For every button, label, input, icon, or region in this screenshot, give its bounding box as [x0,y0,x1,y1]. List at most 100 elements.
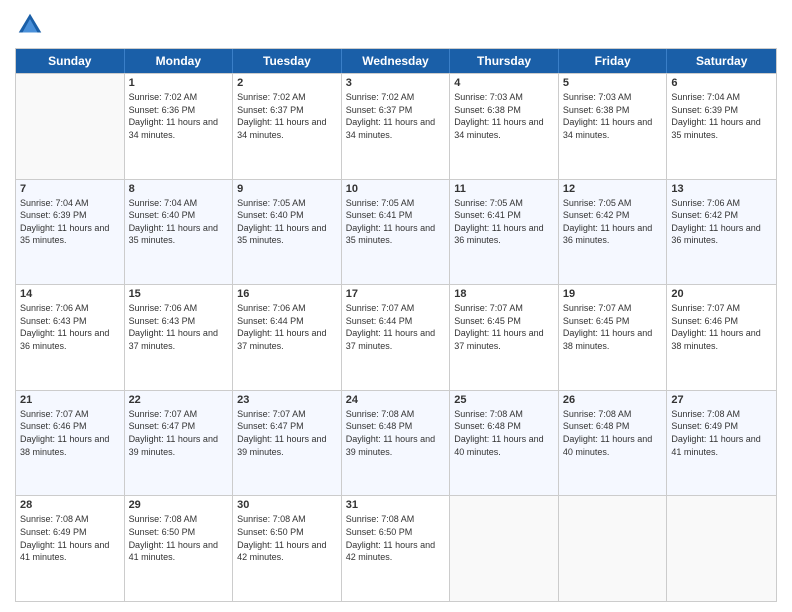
day-cell-16: 16 Sunrise: 7:06 AM Sunset: 6:44 PM Dayli… [233,285,342,390]
day-cell-1: 1 Sunrise: 7:02 AM Sunset: 6:36 PM Daylig… [125,74,234,179]
day-number: 31 [346,499,446,511]
day-cell-17: 17 Sunrise: 7:07 AM Sunset: 6:44 PM Dayli… [342,285,451,390]
day-number: 10 [346,183,446,195]
day-number: 9 [237,183,337,195]
day-number: 2 [237,77,337,89]
day-cell-12: 12 Sunrise: 7:05 AM Sunset: 6:42 PM Dayli… [559,180,668,285]
day-cell-8: 8 Sunrise: 7:04 AM Sunset: 6:40 PM Daylig… [125,180,234,285]
empty-cell [16,74,125,179]
cell-text: Sunrise: 7:07 AM Sunset: 6:47 PM Dayligh… [129,408,229,458]
day-number: 22 [129,394,229,406]
day-number: 17 [346,288,446,300]
cell-text: Sunrise: 7:04 AM Sunset: 6:39 PM Dayligh… [20,197,120,247]
cell-text: Sunrise: 7:05 AM Sunset: 6:40 PM Dayligh… [237,197,337,247]
day-number: 1 [129,77,229,89]
header [15,10,777,40]
cell-text: Sunrise: 7:06 AM Sunset: 6:43 PM Dayligh… [129,302,229,352]
cell-text: Sunrise: 7:08 AM Sunset: 6:50 PM Dayligh… [129,513,229,563]
cell-text: Sunrise: 7:07 AM Sunset: 6:44 PM Dayligh… [346,302,446,352]
header-day-wednesday: Wednesday [342,49,451,73]
cell-text: Sunrise: 7:08 AM Sunset: 6:50 PM Dayligh… [237,513,337,563]
day-number: 3 [346,77,446,89]
calendar-week-1: 7 Sunrise: 7:04 AM Sunset: 6:39 PM Daylig… [16,179,776,285]
cell-text: Sunrise: 7:06 AM Sunset: 6:44 PM Dayligh… [237,302,337,352]
cell-text: Sunrise: 7:08 AM Sunset: 6:48 PM Dayligh… [346,408,446,458]
day-cell-23: 23 Sunrise: 7:07 AM Sunset: 6:47 PM Dayli… [233,391,342,496]
day-cell-30: 30 Sunrise: 7:08 AM Sunset: 6:50 PM Dayli… [233,496,342,601]
day-cell-7: 7 Sunrise: 7:04 AM Sunset: 6:39 PM Daylig… [16,180,125,285]
day-cell-18: 18 Sunrise: 7:07 AM Sunset: 6:45 PM Dayli… [450,285,559,390]
day-number: 24 [346,394,446,406]
day-number: 12 [563,183,663,195]
day-number: 29 [129,499,229,511]
calendar-week-0: 1 Sunrise: 7:02 AM Sunset: 6:36 PM Daylig… [16,73,776,179]
day-number: 20 [671,288,772,300]
cell-text: Sunrise: 7:02 AM Sunset: 6:36 PM Dayligh… [129,91,229,141]
day-number: 18 [454,288,554,300]
cell-text: Sunrise: 7:05 AM Sunset: 6:41 PM Dayligh… [346,197,446,247]
day-cell-28: 28 Sunrise: 7:08 AM Sunset: 6:49 PM Dayli… [16,496,125,601]
day-number: 28 [20,499,120,511]
day-cell-10: 10 Sunrise: 7:05 AM Sunset: 6:41 PM Dayli… [342,180,451,285]
day-number: 23 [237,394,337,406]
calendar-week-4: 28 Sunrise: 7:08 AM Sunset: 6:49 PM Dayli… [16,495,776,601]
cell-text: Sunrise: 7:02 AM Sunset: 6:37 PM Dayligh… [237,91,337,141]
day-cell-6: 6Sunrise: 7:04 AM Sunset: 6:39 PM Daylig… [667,74,776,179]
cell-text: Sunrise: 7:08 AM Sunset: 6:49 PM Dayligh… [671,408,772,458]
cell-text: Sunrise: 7:06 AM Sunset: 6:42 PM Dayligh… [671,197,772,247]
day-number: 26 [563,394,663,406]
day-number: 30 [237,499,337,511]
day-number: 7 [20,183,120,195]
day-cell-26: 26 Sunrise: 7:08 AM Sunset: 6:48 PM Dayli… [559,391,668,496]
day-number: 4 [454,77,554,89]
logo-icon [15,10,45,40]
empty-cell [667,496,776,601]
day-number: 13 [671,183,772,195]
header-day-sunday: Sunday [16,49,125,73]
cell-text: Sunrise: 7:07 AM Sunset: 6:46 PM Dayligh… [20,408,120,458]
day-number: 5 [563,77,663,89]
day-cell-11: 11Sunrise: 7:05 AM Sunset: 6:41 PM Dayli… [450,180,559,285]
cell-text: Sunrise: 7:07 AM Sunset: 6:47 PM Dayligh… [237,408,337,458]
cell-text: Sunrise: 7:02 AM Sunset: 6:37 PM Dayligh… [346,91,446,141]
day-number: 27 [671,394,772,406]
header-day-monday: Monday [125,49,234,73]
day-cell-20: 20 Sunrise: 7:07 AM Sunset: 6:46 PM Dayli… [667,285,776,390]
day-number: 15 [129,288,229,300]
cell-text: Sunrise: 7:08 AM Sunset: 6:48 PM Dayligh… [454,408,554,458]
cell-text: Sunrise: 7:06 AM Sunset: 6:43 PM Dayligh… [20,302,120,352]
day-cell-21: 21 Sunrise: 7:07 AM Sunset: 6:46 PM Dayli… [16,391,125,496]
cell-text: Sunrise: 7:05 AM Sunset: 6:42 PM Dayligh… [563,197,663,247]
day-cell-15: 15 Sunrise: 7:06 AM Sunset: 6:43 PM Dayli… [125,285,234,390]
cell-text: Sunrise: 7:08 AM Sunset: 6:50 PM Dayligh… [346,513,446,563]
calendar: SundayMondayTuesdayWednesdayThursdayFrid… [15,48,777,602]
header-day-friday: Friday [559,49,668,73]
cell-text: Sunrise: 7:04 AM Sunset: 6:39 PM Dayligh… [671,91,772,141]
cell-text: Sunrise: 7:08 AM Sunset: 6:49 PM Dayligh… [20,513,120,563]
cell-text: Sunrise: 7:04 AM Sunset: 6:40 PM Dayligh… [129,197,229,247]
day-cell-29: 29 Sunrise: 7:08 AM Sunset: 6:50 PM Dayli… [125,496,234,601]
cell-text: Sunrise: 7:03 AM Sunset: 6:38 PM Dayligh… [563,91,663,141]
logo [15,10,49,40]
cell-text: Sunrise: 7:07 AM Sunset: 6:45 PM Dayligh… [454,302,554,352]
header-day-saturday: Saturday [667,49,776,73]
calendar-week-3: 21 Sunrise: 7:07 AM Sunset: 6:46 PM Dayli… [16,390,776,496]
day-number: 14 [20,288,120,300]
day-cell-3: 3 Sunrise: 7:02 AM Sunset: 6:37 PM Daylig… [342,74,451,179]
day-cell-27: 27 Sunrise: 7:08 AM Sunset: 6:49 PM Dayli… [667,391,776,496]
empty-cell [450,496,559,601]
day-number: 21 [20,394,120,406]
day-cell-19: 19Sunrise: 7:07 AM Sunset: 6:45 PM Dayli… [559,285,668,390]
day-cell-31: 31 Sunrise: 7:08 AM Sunset: 6:50 PM Dayli… [342,496,451,601]
calendar-week-2: 14 Sunrise: 7:06 AM Sunset: 6:43 PM Dayli… [16,284,776,390]
calendar-header: SundayMondayTuesdayWednesdayThursdayFrid… [16,49,776,73]
cell-text: Sunrise: 7:08 AM Sunset: 6:48 PM Dayligh… [563,408,663,458]
day-cell-14: 14 Sunrise: 7:06 AM Sunset: 6:43 PM Dayli… [16,285,125,390]
cell-text: Sunrise: 7:07 AM Sunset: 6:46 PM Dayligh… [671,302,772,352]
cell-text: Sunrise: 7:05 AM Sunset: 6:41 PM Dayligh… [454,197,554,247]
day-number: 8 [129,183,229,195]
header-day-tuesday: Tuesday [233,49,342,73]
day-number: 16 [237,288,337,300]
day-number: 25 [454,394,554,406]
day-cell-24: 24 Sunrise: 7:08 AM Sunset: 6:48 PM Dayli… [342,391,451,496]
